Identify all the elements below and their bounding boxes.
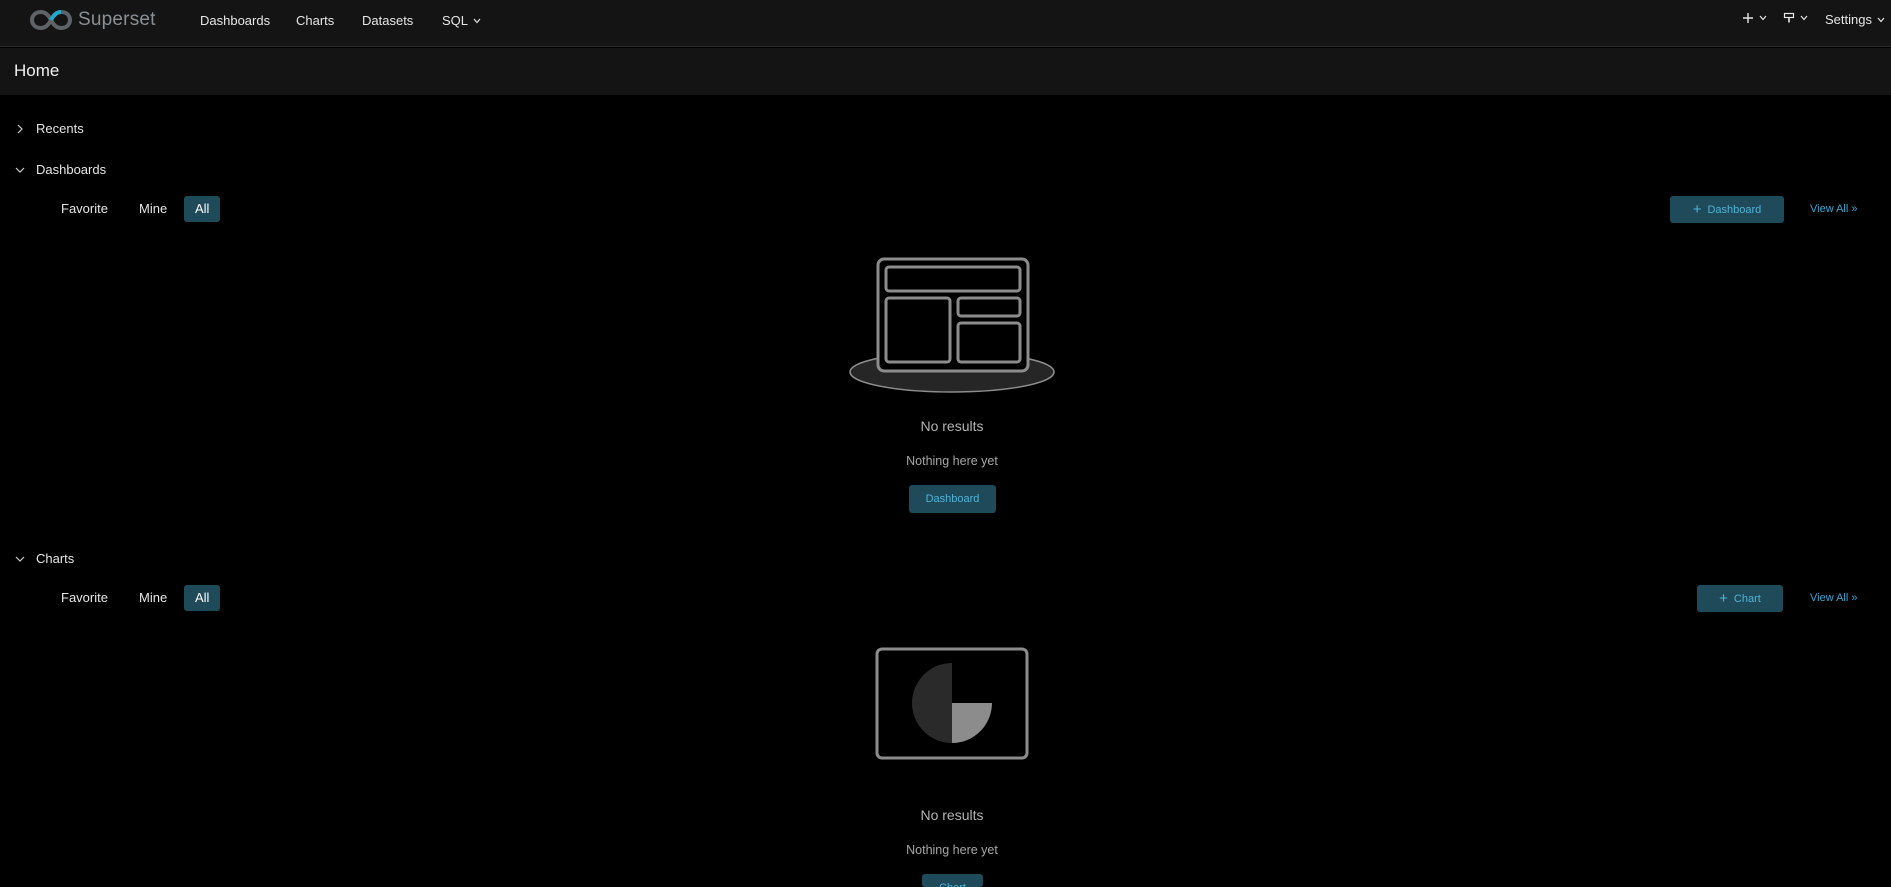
chevron-right-icon	[17, 124, 23, 133]
add-dashboard-button[interactable]: + Dashboard	[1670, 196, 1784, 223]
nav-sql-menu[interactable]: SQL	[442, 13, 481, 28]
dashboards-view-all-link[interactable]: View All »	[1810, 203, 1858, 215]
top-navbar: Superset Dashboards Charts Datasets SQL …	[0, 0, 1891, 47]
add-chart-button[interactable]: + Chart	[1697, 585, 1783, 612]
charts-view-all-link[interactable]: View All »	[1810, 592, 1858, 604]
charts-filter-mine[interactable]: Mine	[139, 585, 167, 611]
nav-charts[interactable]: Charts	[296, 13, 334, 28]
section-dashboards-header[interactable]: Dashboards	[14, 162, 106, 177]
page-header: Home	[0, 48, 1891, 95]
chevron-down-icon	[15, 167, 25, 173]
brand-name: Superset	[78, 9, 156, 30]
section-charts-label: Charts	[36, 551, 75, 566]
chevron-down-icon	[473, 18, 481, 23]
empty-create-chart-button[interactable]: Chart	[922, 874, 983, 887]
section-charts-header[interactable]: Charts	[14, 551, 74, 566]
page-title: Home	[14, 61, 60, 80]
chevron-down-icon	[1877, 17, 1885, 22]
new-item-menu[interactable]	[1742, 12, 1767, 24]
nav-sql-label: SQL	[442, 13, 469, 28]
charts-filter-all[interactable]: All	[184, 585, 221, 611]
nav-dashboards[interactable]: Dashboards	[200, 13, 270, 28]
section-dashboards-label: Dashboards	[36, 162, 107, 177]
dashboards-filter-mine[interactable]: Mine	[139, 196, 167, 222]
add-dashboard-label: Dashboard	[1707, 203, 1762, 216]
chevron-down-icon	[1800, 15, 1808, 21]
chevron-down-icon	[15, 556, 25, 562]
section-recents-header[interactable]: Recents	[14, 121, 84, 136]
settings-label: Settings	[1825, 12, 1872, 27]
nav-datasets[interactable]: Datasets	[362, 13, 413, 28]
charts-empty-description: Nothing here yet	[906, 843, 998, 857]
plus-icon: +	[1719, 590, 1728, 607]
charts-filter-favorite[interactable]: Favorite	[61, 585, 108, 611]
settings-menu[interactable]: Settings	[1825, 12, 1885, 27]
empty-create-dashboard-button[interactable]: Dashboard	[909, 485, 996, 513]
section-recents-label: Recents	[36, 121, 84, 136]
plus-icon	[1743, 13, 1753, 23]
chevron-down-icon	[1759, 15, 1767, 21]
charts-empty-title: No results	[920, 807, 984, 823]
plus-icon: +	[1692, 201, 1702, 218]
dashboard-empty-illustration	[849, 257, 1055, 393]
chart-empty-illustration	[875, 647, 1029, 760]
dashboards-empty-description: Nothing here yet	[906, 454, 998, 468]
add-chart-label: Chart	[1733, 592, 1761, 605]
paint-bucket-icon	[1783, 12, 1795, 23]
dashboards-filter-favorite[interactable]: Favorite	[61, 196, 108, 222]
brand[interactable]: Superset	[30, 8, 156, 32]
dashboards-filter-all[interactable]: All	[184, 196, 221, 222]
superset-logo-icon	[30, 9, 72, 31]
theme-menu[interactable]	[1783, 12, 1808, 24]
dashboards-empty-title: No results	[920, 418, 984, 434]
